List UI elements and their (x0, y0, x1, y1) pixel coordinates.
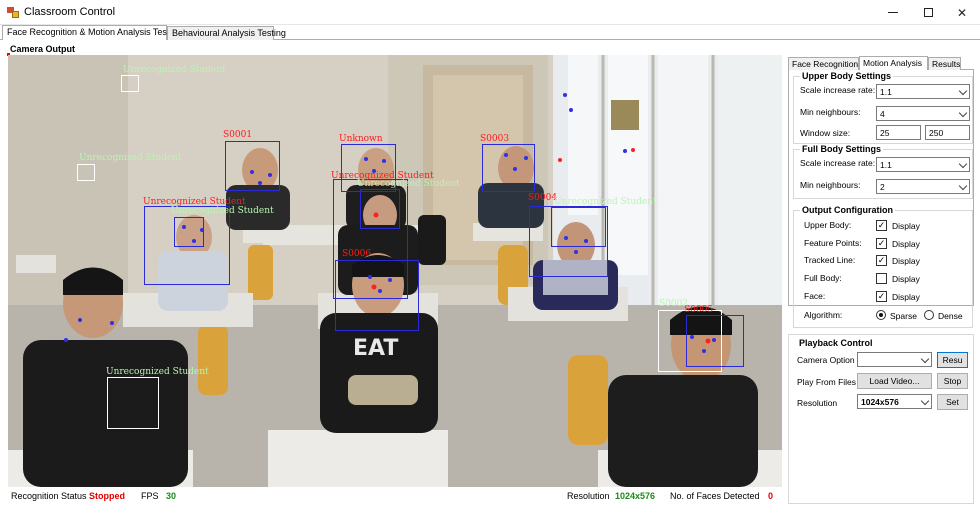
title-bar: Classroom Control ✕ (0, 0, 980, 25)
chevron-down-icon (958, 108, 968, 118)
camera-output-label: Camera Output (10, 44, 76, 54)
tab-behavioural-analysis[interactable]: Behavioural Analysis Testing (167, 26, 286, 40)
resolution-select[interactable]: 1024x576 (857, 394, 932, 409)
minimize-icon (888, 12, 898, 13)
algorithm-sparse-radio[interactable] (876, 310, 886, 320)
algorithm-dense-label: Dense (938, 311, 963, 321)
close-button[interactable]: ✕ (944, 0, 980, 25)
window-width-input[interactable] (876, 125, 921, 140)
window-size-label: Window size: (800, 128, 851, 138)
tracked-line-display-checkbox[interactable]: ✓ (876, 255, 887, 266)
motion-analysis-panel: Upper Body Settings Scale increase rate:… (788, 70, 974, 328)
algorithm-label: Algorithm: (804, 310, 843, 320)
maximize-button[interactable] (910, 0, 946, 25)
app-icon (7, 7, 19, 18)
settings-tab-strip: Face Recognition Motion Analysis Results (788, 56, 974, 71)
upper-body-group: Upper Body Settings Scale increase rate:… (793, 71, 973, 144)
feature-points-overlay (64, 93, 716, 353)
chevron-down-icon (920, 354, 930, 364)
tracked-line-output-label: Tracked Line: (804, 255, 856, 265)
output-config-title: Output Configuration (800, 205, 895, 215)
camera-option-label: Camera Option (797, 355, 855, 365)
chevron-down-icon (958, 86, 968, 96)
play-from-files-label: Play From Files (797, 377, 857, 387)
stop-button[interactable]: Stop (937, 373, 968, 389)
full-scale-select[interactable]: 1.1 (876, 157, 970, 172)
chevron-down-icon (958, 159, 968, 169)
algorithm-dense-radio[interactable] (924, 310, 934, 320)
upper-scale-select[interactable]: 1.1 (876, 84, 970, 99)
close-icon: ✕ (956, 5, 968, 20)
feature-points-display-checkbox[interactable]: ✓ (876, 238, 887, 249)
load-video-button[interactable]: Load Video... (857, 373, 932, 389)
playback-control-group: Playback Control Camera Option Resu Play… (788, 334, 974, 504)
fps-label: FPS (141, 491, 159, 501)
upper-scale-value: 1.1 (880, 87, 892, 97)
camera-output-view: EAT Unrecognized Student Unrecognized St… (8, 55, 782, 487)
full-neighbours-select[interactable]: 2 (876, 179, 970, 194)
full-body-output-label: Full Body: (804, 273, 842, 283)
output-config-group: Output Configuration Upper Body: ✓ Displ… (793, 205, 973, 328)
resolution-status-value: 1024x576 (615, 491, 656, 501)
face-display-checkbox[interactable]: ✓ (876, 291, 887, 302)
maximize-icon (923, 8, 933, 17)
full-scale-label: Scale increase rate: (800, 158, 876, 168)
feature-points-output-label: Feature Points: (804, 238, 862, 248)
resolution-setting-label: Resolution (797, 398, 838, 408)
upper-neighbours-value: 4 (880, 109, 885, 119)
full-scale-value: 1.1 (880, 160, 892, 170)
faces-detected-label: No. of Faces Detected (670, 491, 760, 501)
tab-face-recognition-motion[interactable]: Face Recognition & Motion Analysis Testi… (2, 25, 181, 41)
upper-neighbours-label: Min neighbours: (800, 107, 861, 117)
tab-motion-analysis[interactable]: Motion Analysis (859, 56, 928, 71)
face-display-label: Display (892, 292, 920, 302)
recognition-status-label: Recognition Status (11, 491, 87, 501)
full-body-title: Full Body Settings (800, 144, 884, 154)
camera-option-select[interactable] (857, 352, 932, 367)
upper-body-display-label: Display (892, 221, 920, 231)
face-output-label: Face: (804, 291, 826, 301)
full-neighbours-value: 2 (880, 182, 885, 192)
recognition-status-value: Stopped (89, 491, 125, 501)
resolution-setting-value: 1024x576 (861, 397, 899, 407)
tab-results[interactable]: Results (928, 57, 961, 70)
fps-value: 30 (166, 491, 177, 501)
upper-neighbours-select[interactable]: 4 (876, 106, 970, 121)
full-body-group: Full Body Settings Scale increase rate: … (793, 144, 973, 199)
tab-face-recognition[interactable]: Face Recognition (788, 57, 859, 70)
main-tab-strip: Face Recognition & Motion Analysis Testi… (0, 25, 980, 41)
window-title: Classroom Control (24, 6, 116, 18)
faces-detected-value: 0 (768, 491, 774, 501)
chevron-down-icon (920, 396, 930, 406)
algorithm-sparse-label: Sparse (890, 311, 917, 321)
tracked-line-display-label: Display (892, 256, 920, 266)
feature-points-display-label: Display (892, 239, 920, 249)
reset-button[interactable]: Resu (937, 352, 968, 368)
full-neighbours-label: Min neighbours: (800, 180, 861, 190)
upper-body-title: Upper Body Settings (800, 71, 894, 81)
minimize-button[interactable] (875, 0, 911, 25)
playback-title: Playback Control (797, 338, 875, 348)
upper-body-output-label: Upper Body: (804, 220, 852, 230)
resolution-status-label: Resolution (567, 491, 610, 501)
upper-body-display-checkbox[interactable]: ✓ (876, 220, 887, 231)
chevron-down-icon (958, 181, 968, 191)
full-body-display-label: Display (892, 274, 920, 284)
full-body-display-checkbox[interactable] (876, 273, 887, 284)
upper-scale-label: Scale increase rate: (800, 85, 876, 95)
window-height-input[interactable] (925, 125, 970, 140)
set-resolution-button[interactable]: Set (937, 394, 968, 410)
